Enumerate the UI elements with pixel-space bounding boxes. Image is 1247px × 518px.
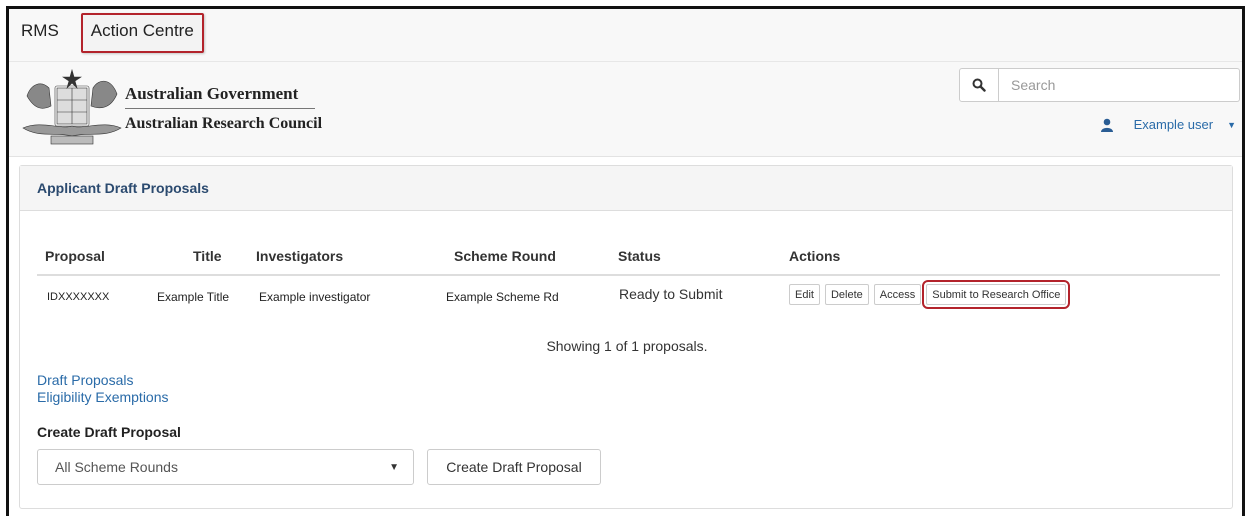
search-icon: [972, 78, 986, 92]
draft-proposals-link[interactable]: Draft Proposals: [37, 372, 169, 389]
gov-line2: Australian Research Council: [125, 115, 323, 132]
dropdown-arrow-icon: ▼: [389, 461, 399, 473]
top-nav: RMS Action Centre: [9, 9, 1242, 62]
search-box: [959, 68, 1240, 102]
user-menu[interactable]: Example user ▼: [1100, 117, 1236, 132]
column-header-actions: Actions: [789, 248, 841, 264]
browser-frame: RMS Action Centre Australian Government …: [6, 6, 1245, 516]
draft-proposals-panel: Applicant Draft Proposals Proposal Title…: [19, 165, 1233, 509]
search-input[interactable]: [999, 68, 1240, 102]
column-header-status: Status: [618, 248, 661, 264]
nav-item-rms[interactable]: RMS: [21, 9, 67, 41]
scheme-round-select-value: All Scheme Rounds: [55, 459, 178, 475]
user-name[interactable]: Example user: [1134, 117, 1213, 132]
panel-links: Draft Proposals Eligibility Exemptions: [37, 372, 169, 406]
panel-heading: Applicant Draft Proposals: [20, 166, 1232, 211]
table-header: Proposal Title Investigators Scheme Roun…: [37, 244, 1220, 276]
access-button[interactable]: Access: [873, 284, 922, 305]
cell-investigators: Example investigator: [259, 290, 371, 304]
user-icon: [1100, 118, 1113, 132]
cell-proposal: IDXXXXXXX: [47, 291, 110, 303]
edit-button[interactable]: Edit: [789, 284, 820, 305]
gov-line1: Australian Government: [125, 84, 315, 109]
site-header: Australian Government Australian Researc…: [9, 62, 1242, 157]
eligibility-exemptions-link[interactable]: Eligibility Exemptions: [37, 389, 169, 406]
chevron-down-icon[interactable]: ▼: [1227, 120, 1236, 130]
column-header-proposal: Proposal: [45, 248, 105, 264]
cell-scheme-round: Example Scheme Rd: [446, 290, 559, 304]
showing-count: Showing 1 of 1 proposals.: [546, 338, 708, 354]
cell-status: Ready to Submit: [619, 286, 723, 302]
column-header-title: Title: [193, 248, 222, 264]
create-draft-proposal-button[interactable]: Create Draft Proposal: [427, 449, 601, 485]
table-row: IDXXXXXXX Example Title Example investig…: [37, 276, 1220, 320]
search-button[interactable]: [959, 68, 999, 102]
delete-button[interactable]: Delete: [824, 284, 869, 305]
nav-item-action-centre[interactable]: Action Centre: [80, 13, 204, 53]
column-header-investigators: Investigators: [256, 248, 344, 264]
row-actions: Edit Delete Access Submit to Research Of…: [789, 280, 1071, 309]
scheme-round-select[interactable]: All Scheme Rounds ▼: [37, 449, 414, 485]
proposals-table: Proposal Title Investigators Scheme Roun…: [37, 244, 1220, 320]
cell-title: Example Title: [157, 290, 230, 304]
column-header-scheme-round: Scheme Round: [454, 248, 556, 264]
gov-title: Australian Government Australian Researc…: [125, 84, 322, 133]
coat-of-arms-logo: [22, 68, 122, 145]
submit-to-research-office-button[interactable]: Submit to Research Office: [922, 280, 1071, 309]
create-draft-proposal-label: Create Draft Proposal: [37, 424, 181, 440]
